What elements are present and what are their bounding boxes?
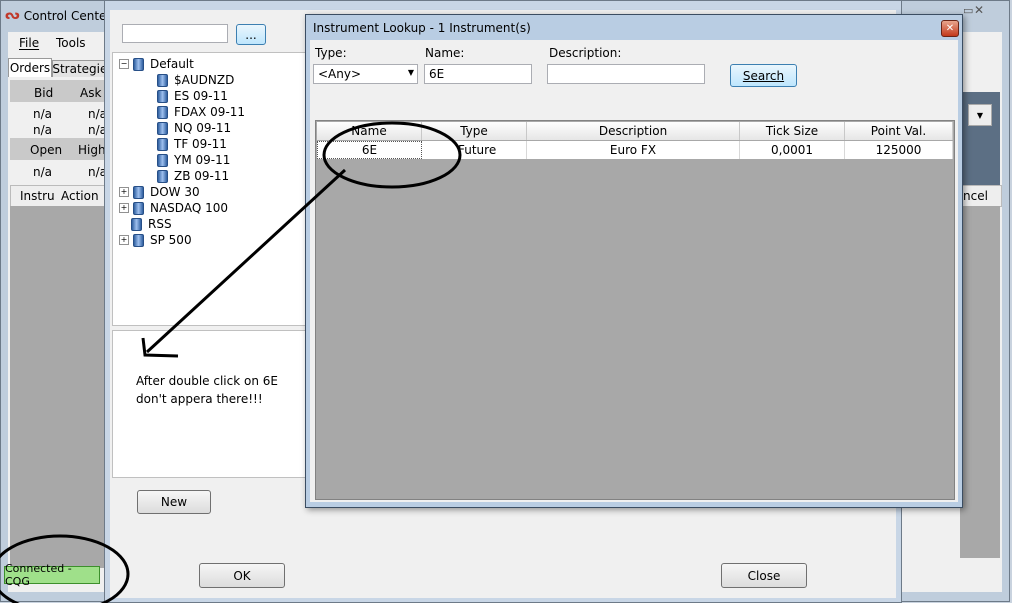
annotation-line: After double click on 6E	[136, 374, 278, 388]
annotation-overlay	[0, 121, 462, 603]
annotation-arrow	[141, 168, 347, 358]
annotation-circle-status	[0, 534, 130, 603]
annotation-circle-name-cell	[322, 121, 462, 189]
annotation-line: don't appera there!!!	[136, 392, 263, 406]
annotation-note: After double click on 6E don't appera th…	[136, 372, 278, 408]
